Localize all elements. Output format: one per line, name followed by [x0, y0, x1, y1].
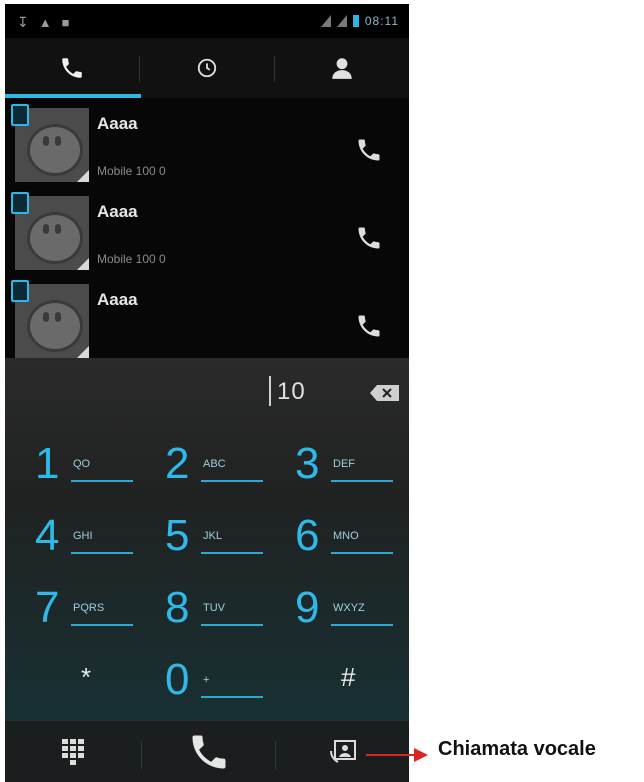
tab-phone[interactable] [5, 38, 139, 98]
key-letters: PQRS [73, 602, 105, 614]
annotation-arrow [366, 748, 428, 762]
key-digit: # [341, 662, 356, 692]
phone-icon [62, 58, 82, 78]
sim-icon [11, 192, 29, 214]
call-button[interactable] [169, 729, 249, 775]
contact-list: Aaaa Mobile 100 0 Aaaa Mobile 100 0 Aaaa [5, 98, 409, 358]
key-digit: 1 [35, 439, 60, 488]
android-icon: ■ [61, 15, 70, 30]
key-letters: MNO [333, 530, 359, 542]
key-7[interactable]: 7 PQRS [23, 582, 143, 642]
key-3[interactable]: 3 DEF [283, 438, 403, 498]
key-letters: QO [73, 458, 91, 470]
key-digit: 2 [165, 439, 190, 488]
usb-icon: ↧ [17, 14, 29, 30]
key-2[interactable]: 2 ABC [153, 438, 273, 498]
bottom-bar [5, 720, 409, 782]
clock-icon [197, 58, 217, 78]
key-hash[interactable]: # [283, 654, 403, 714]
list-item[interactable]: Aaaa Mobile 100 0 [5, 98, 409, 186]
key-letters: ABC [203, 458, 226, 470]
key-9[interactable]: 9 WXYZ [283, 582, 403, 642]
contact-name: Aaaa [97, 114, 138, 133]
video-call-icon [330, 740, 356, 763]
status-clock: 08:11 [364, 14, 399, 28]
contact-number: Mobile 100 0 [97, 252, 166, 266]
annotation-label: Chiamata vocale [438, 738, 596, 760]
key-4[interactable]: 4 GHI [23, 510, 143, 570]
sim-icon [11, 280, 29, 302]
phone-icon[interactable] [355, 136, 383, 164]
key-digit: 9 [295, 583, 320, 632]
backspace-icon[interactable] [369, 384, 401, 402]
entered-number: 10 [277, 378, 306, 405]
dial-pad: 10 1 QO 2 ABC 3 DEF 4 GHI 5 JKL 6 MNO 7 … [5, 358, 409, 720]
key-0[interactable]: 0 + [153, 654, 273, 714]
key-digit: 8 [165, 583, 190, 632]
key-digit: 3 [295, 439, 320, 488]
tab-bar [5, 38, 409, 98]
text-cursor [269, 376, 271, 406]
contact-number: Mobile 100 0 [97, 164, 166, 178]
person-icon [332, 58, 352, 79]
keypad-button[interactable] [33, 729, 113, 775]
key-digit: 7 [35, 583, 60, 632]
phone-screen: ↧ ▲ ■ 08:11 Aaaa Mobile 100 0 Aaaa Mobil… [5, 4, 409, 782]
key-digit: 4 [35, 511, 60, 560]
phone-icon[interactable] [355, 312, 383, 340]
sim-icon [11, 104, 29, 126]
key-letters: GHI [73, 530, 93, 542]
key-1[interactable]: 1 QO [23, 438, 143, 498]
key-6[interactable]: 6 MNO [283, 510, 403, 570]
status-bar: ↧ ▲ ■ 08:11 [5, 4, 409, 38]
key-letters: TUV [203, 602, 225, 614]
key-5[interactable]: 5 JKL [153, 510, 273, 570]
tab-recents[interactable] [140, 38, 274, 98]
signal-icon [336, 15, 347, 27]
call-icon [192, 735, 226, 769]
contact-name: Aaaa [97, 290, 138, 309]
key-letters: JKL [203, 530, 222, 542]
key-letters: + [203, 674, 210, 686]
key-digit: 6 [295, 511, 320, 560]
list-item[interactable]: Aaaa Mobile 100 0 [5, 186, 409, 274]
tab-contacts[interactable] [275, 38, 409, 98]
key-digit: 0 [165, 655, 190, 704]
contact-name: Aaaa [97, 202, 138, 221]
warning-icon: ▲ [38, 15, 52, 30]
key-digit: * [81, 662, 92, 692]
list-item[interactable]: Aaaa [5, 274, 409, 362]
number-display[interactable]: 10 [5, 358, 409, 418]
phone-icon[interactable] [355, 224, 383, 252]
key-letters: DEF [333, 458, 355, 470]
key-star[interactable]: * [23, 654, 143, 714]
key-digit: 5 [165, 511, 190, 560]
battery-icon [352, 15, 359, 27]
keypad-icon [62, 739, 84, 765]
signal-icon [320, 15, 331, 27]
key-8[interactable]: 8 TUV [153, 582, 273, 642]
key-letters: WXYZ [333, 602, 365, 614]
